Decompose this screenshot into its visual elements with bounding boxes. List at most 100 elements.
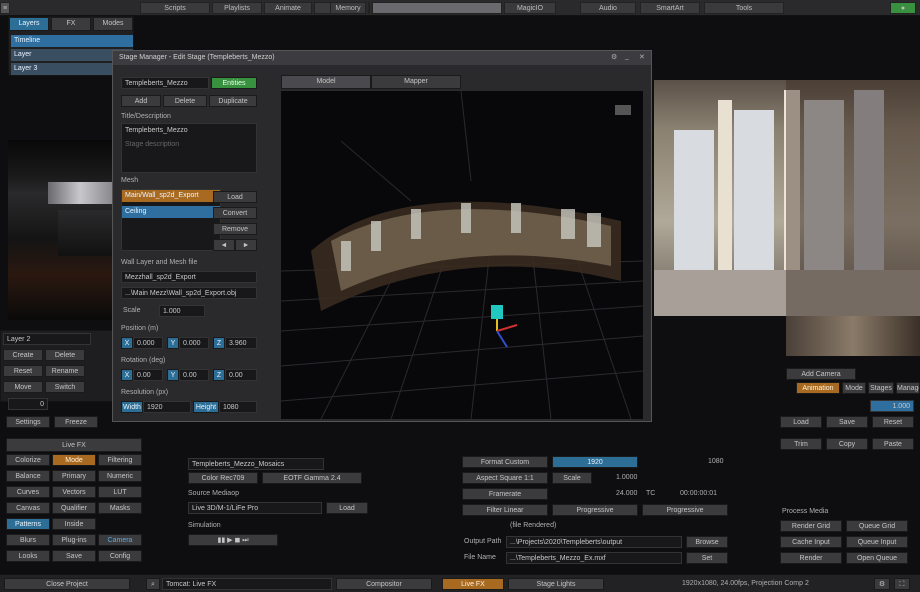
- minimize-icon[interactable]: _: [625, 53, 629, 60]
- copy-button[interactable]: Copy: [826, 438, 868, 450]
- fx-lut[interactable]: LUT: [98, 486, 142, 498]
- reset-right-button[interactable]: Reset: [872, 416, 914, 428]
- mesh-item-ceiling[interactable]: Ceiling: [122, 206, 220, 218]
- layer-item-timeline[interactable]: Timeline: [11, 35, 133, 47]
- stage-select[interactable]: Templeberts_Mezzo: [121, 77, 209, 89]
- progressive-select[interactable]: Progressive: [552, 504, 638, 516]
- filter-select[interactable]: Filter Linear: [462, 504, 548, 516]
- tab-memory[interactable]: Memory: [330, 2, 366, 14]
- load-mesh-button[interactable]: Load: [213, 191, 257, 203]
- tab-magicio[interactable]: MagicIO: [504, 2, 556, 14]
- tab-smartart[interactable]: SmartArt: [640, 2, 700, 14]
- add-button[interactable]: Add: [121, 95, 161, 107]
- fx-numeric[interactable]: Numeric: [98, 470, 142, 482]
- render-grid-button[interactable]: Render Grid: [780, 520, 842, 532]
- fx-save[interactable]: Save: [52, 550, 96, 562]
- tab-live-fx[interactable]: Live FX: [442, 578, 504, 590]
- pos-x-field[interactable]: 0.000: [133, 337, 163, 349]
- fx-camera[interactable]: Camera: [98, 534, 142, 546]
- source-field[interactable]: Live 3D/M-1/LiFe Pro: [188, 502, 322, 514]
- fx-balance[interactable]: Balance: [6, 470, 50, 482]
- tab-compositor[interactable]: Compositor: [336, 578, 432, 590]
- gamma-select[interactable]: EOTF Gamma 2.4: [262, 472, 362, 484]
- move-button[interactable]: Move: [3, 381, 43, 393]
- create-button[interactable]: Create: [3, 349, 43, 361]
- duplicate-button[interactable]: Duplicate: [209, 95, 257, 107]
- color-select[interactable]: Color Rec709: [188, 472, 258, 484]
- tab-model[interactable]: Model: [281, 75, 371, 89]
- fx-patterns[interactable]: Patterns: [6, 518, 50, 530]
- tab-layers[interactable]: Layers: [9, 17, 49, 31]
- height-field[interactable]: 1080: [219, 401, 257, 413]
- path-field[interactable]: Templeberts_Mezzo_Mosaics: [188, 458, 324, 470]
- aspect-select[interactable]: Aspect Square 1:1: [462, 472, 548, 484]
- move-down-icon[interactable]: ►: [235, 239, 257, 251]
- fx-inside[interactable]: Inside: [52, 518, 96, 530]
- file-name-field[interactable]: ...\Templeberts_Mezzo_Ex.mxf: [506, 552, 682, 564]
- load-button[interactable]: Load: [780, 416, 822, 428]
- load-source-button[interactable]: Load: [326, 502, 368, 514]
- rot-z-field[interactable]: 0.00: [225, 369, 257, 381]
- convert-mesh-button[interactable]: Convert: [213, 207, 257, 219]
- fx-config[interactable]: Config: [98, 550, 142, 562]
- mode-button[interactable]: Mode: [842, 382, 866, 394]
- settings-icon[interactable]: ⚙: [611, 53, 617, 61]
- save-button[interactable]: Save: [826, 416, 868, 428]
- scale-field[interactable]: 1.000: [159, 305, 205, 317]
- stages-button[interactable]: Stages: [868, 382, 894, 394]
- tomcat-search-field[interactable]: Tomcat: Live FX: [162, 578, 332, 590]
- tab-modes[interactable]: Modes: [93, 17, 133, 31]
- trim-button[interactable]: Trim: [780, 438, 822, 450]
- delete-stage-button[interactable]: Delete: [163, 95, 207, 107]
- tab-stage-lights[interactable]: Stage Lights: [508, 578, 604, 590]
- search-icon[interactable]: ⌕: [146, 578, 160, 590]
- app-menu-icon[interactable]: ≡: [0, 2, 10, 14]
- set-button[interactable]: Set: [686, 552, 728, 564]
- queue-input-button[interactable]: Queue Input: [846, 536, 908, 548]
- switch-button[interactable]: Switch: [45, 381, 85, 393]
- delete-button[interactable]: Delete: [45, 349, 85, 361]
- fx-canvas[interactable]: Canvas: [6, 502, 50, 514]
- fx-masks[interactable]: Masks: [98, 502, 142, 514]
- output-path-field[interactable]: ...\Projects\2020\Templeberts\output: [506, 536, 682, 548]
- close-project-button[interactable]: Close Project: [4, 578, 130, 590]
- browse-button[interactable]: Browse: [686, 536, 728, 548]
- pos-y-field[interactable]: 0.000: [179, 337, 209, 349]
- tab-animate[interactable]: Animate: [264, 2, 312, 14]
- remove-mesh-button[interactable]: Remove: [213, 223, 257, 235]
- gear-icon[interactable]: ⚙: [874, 578, 890, 590]
- format-select[interactable]: Format Custom: [462, 456, 548, 468]
- fx-plugins[interactable]: Plug-ins: [52, 534, 96, 546]
- tab-scripts[interactable]: Scripts: [140, 2, 210, 14]
- 3d-viewport[interactable]: [281, 91, 643, 419]
- live-fx-header[interactable]: Live FX: [6, 438, 142, 452]
- open-queue-button[interactable]: Open Queue: [846, 552, 908, 564]
- tab-playlists[interactable]: Playlists: [212, 2, 262, 14]
- rot-y-field[interactable]: 0.00: [179, 369, 209, 381]
- animation-button[interactable]: Animation: [796, 382, 840, 394]
- title-field[interactable]: Templeberts_Mezzo Stage description: [121, 123, 257, 173]
- fx-curves[interactable]: Curves: [6, 486, 50, 498]
- playback-controls[interactable]: ▮▮ ▶ ◼ ⏭: [188, 534, 278, 546]
- fx-vectors[interactable]: Vectors: [52, 486, 96, 498]
- cache-input-button[interactable]: Cache Input: [780, 536, 842, 548]
- wall-field[interactable]: Mezzhall_sp2d_Export: [121, 271, 257, 283]
- manage-button[interactable]: Manage: [896, 382, 920, 394]
- entities-button[interactable]: Entities: [211, 77, 257, 89]
- width-value[interactable]: 1920: [552, 456, 638, 468]
- tab-mapper[interactable]: Mapper: [371, 75, 461, 89]
- fx-qualifier[interactable]: Qualifier: [52, 502, 96, 514]
- frame-field[interactable]: 0: [8, 398, 48, 410]
- freeze-button[interactable]: Freeze: [54, 416, 98, 428]
- mesh-item-wall[interactable]: Main/Wall_sp2d_Export: [122, 190, 220, 202]
- width-field[interactable]: 1920: [143, 401, 191, 413]
- mesh-file-field[interactable]: ...\Main Mezz\Wall_sp2d_Export.obj: [121, 287, 257, 299]
- tab-audio[interactable]: Audio: [580, 2, 636, 14]
- scale-button[interactable]: Scale: [552, 472, 592, 484]
- search-field[interactable]: [372, 2, 502, 14]
- paste-button[interactable]: Paste: [872, 438, 914, 450]
- move-up-icon[interactable]: ◄: [213, 239, 235, 251]
- layer-name-field[interactable]: Layer 2: [3, 333, 91, 345]
- rot-x-field[interactable]: 0.00: [133, 369, 163, 381]
- settings-button[interactable]: Settings: [6, 416, 50, 428]
